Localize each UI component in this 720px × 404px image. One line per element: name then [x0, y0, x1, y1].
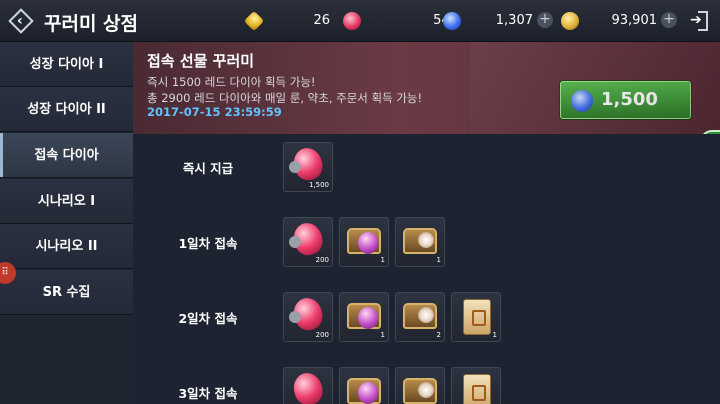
- sidebar-item-growth-dia-2[interactable]: 성장 다이아 II: [0, 87, 133, 132]
- row-label: 즉시 지급: [182, 161, 234, 176]
- arrow-icon: ➔: [690, 12, 702, 28]
- reward-item-rune-chest[interactable]: [339, 367, 389, 404]
- blue-diamond-icon: [569, 88, 595, 114]
- add-gold-button[interactable]: +: [661, 12, 677, 28]
- reward-item-rune-chest[interactable]: 1: [339, 292, 389, 342]
- reward-row: 즉시 지급 1,500: [133, 134, 720, 198]
- item-qty: 2: [436, 331, 441, 339]
- resource-blue-diamond: 1,307: [443, 10, 533, 32]
- reward-item-herb-chest[interactable]: 2: [395, 292, 445, 342]
- banner-line-2: 총 2900 레드 다이아와 매일 룬, 약초, 주문서 획득 가능!: [147, 91, 423, 105]
- herb-icon: [418, 382, 434, 398]
- item-qty: 1: [380, 256, 385, 264]
- sidebar-item-login-dia[interactable]: 접속 다이아: [0, 133, 133, 178]
- banner-line-1: 즉시 1500 레드 다이아 획득 가능!: [147, 75, 316, 89]
- banner-title: 접속 선물 꾸러미: [147, 52, 255, 70]
- reward-item-scroll[interactable]: 1: [451, 292, 501, 342]
- reward-item-red-diamond[interactable]: [283, 367, 333, 404]
- row-label: 2일차 접속: [178, 311, 238, 326]
- package-banner: 접속 선물 꾸러미 즉시 1500 레드 다이아 획득 가능! 총 2900 레…: [133, 42, 720, 134]
- gold-diamond-icon: [243, 10, 265, 32]
- sidebar-item-scenario-1[interactable]: 시나리오 I: [0, 179, 133, 224]
- red-diamond-icon: [343, 12, 361, 30]
- reward-item-rune-chest[interactable]: 1: [339, 217, 389, 267]
- page-title: 꾸러미 상점: [44, 13, 139, 35]
- reward-list: 즉시 지급 1,500 1일차 접속 200 1 1 2일차 접속 200 1 …: [133, 134, 720, 404]
- row-label: 1일차 접속: [178, 236, 238, 251]
- item-qty: 1: [492, 331, 497, 339]
- top-bar: ‹ 꾸러미 상점 26 543 1,307 + 93,901 + ➔: [0, 0, 720, 42]
- rune-icon: [358, 232, 378, 254]
- pouch-icon: [289, 236, 301, 248]
- reward-item-red-diamond[interactable]: 200: [283, 292, 333, 342]
- resource-gold-diamond: 26: [243, 10, 330, 32]
- reward-row: 3일차 접속: [133, 359, 720, 404]
- blue-diamond-icon: [443, 12, 461, 30]
- resource-gold-coin: 93,901: [561, 10, 657, 32]
- sidebar: 성장 다이아 I 성장 다이아 II 접속 다이아 시나리오 I 시나리오 II…: [0, 42, 133, 404]
- add-blue-diamond-button[interactable]: +: [537, 12, 553, 28]
- reward-row: 2일차 접속 200 1 2 1: [133, 284, 720, 348]
- gold-coin-icon: [561, 12, 579, 30]
- item-qty: 200: [315, 331, 329, 339]
- row-label: 3일차 접속: [178, 386, 238, 401]
- reward-item-herb-chest[interactable]: 1: [395, 217, 445, 267]
- pouch-icon: [289, 311, 301, 323]
- buy-button[interactable]: 1,500: [560, 81, 691, 119]
- item-qty: 1,500: [308, 181, 329, 189]
- item-qty: 1: [436, 256, 441, 264]
- buy-price: 1,500: [601, 89, 658, 110]
- resource-value: 26: [313, 13, 330, 28]
- sidebar-item-sr-collection[interactable]: SR 수집: [0, 270, 133, 315]
- sidebar-item-growth-dia-1[interactable]: 성장 다이아 I: [0, 42, 133, 87]
- reward-item-red-diamond[interactable]: 200: [283, 217, 333, 267]
- herb-icon: [418, 307, 434, 323]
- herb-icon: [418, 232, 434, 248]
- rune-icon: [358, 307, 378, 329]
- chevron-left-icon: ‹: [17, 13, 23, 29]
- resource-value: 93,901: [611, 13, 658, 28]
- item-qty: 1: [380, 331, 385, 339]
- scroll-icon: [463, 299, 491, 335]
- back-button[interactable]: ‹: [8, 8, 34, 34]
- exit-button[interactable]: ➔: [690, 11, 710, 31]
- resource-value: 1,307: [495, 13, 533, 28]
- banner-deadline: 2017-07-15 23:59:59: [147, 105, 282, 119]
- sidebar-item-scenario-2[interactable]: 시나리오 II: [0, 224, 133, 269]
- pouch-icon: [289, 161, 301, 173]
- scroll-icon: [463, 374, 491, 404]
- reward-row: 1일차 접속 200 1 1: [133, 209, 720, 273]
- resource-red-diamond: 543: [343, 10, 458, 32]
- reward-item-herb-chest[interactable]: [395, 367, 445, 404]
- reward-item-scroll[interactable]: [451, 367, 501, 404]
- red-diamond-icon: [290, 369, 326, 404]
- reward-item-red-diamond[interactable]: 1,500: [283, 142, 333, 192]
- rune-icon: [358, 382, 378, 404]
- item-qty: 200: [315, 256, 329, 264]
